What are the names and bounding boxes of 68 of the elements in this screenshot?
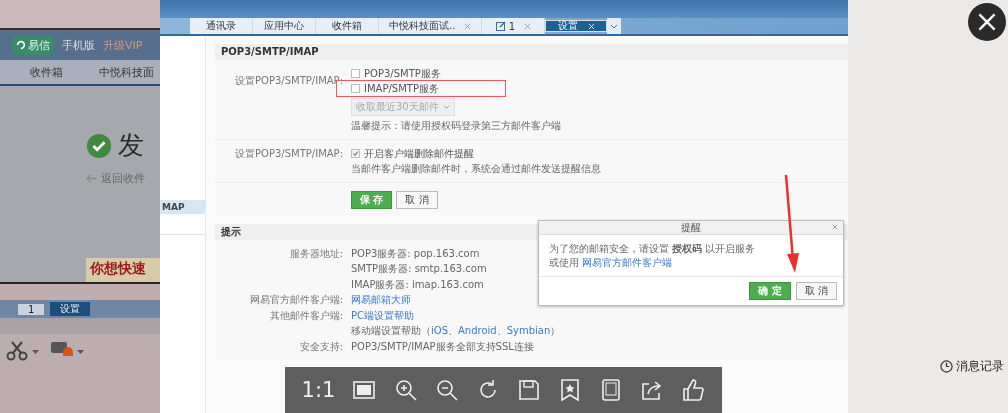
brand-badge[interactable]: 易信 — [12, 35, 54, 55]
checkbox[interactable] — [351, 84, 360, 93]
link[interactable]: PC端设置帮助 — [351, 309, 414, 321]
info-text: POP3/SMTP/IMAP服务全部支持SSL连接 — [351, 340, 534, 352]
checkbox-label: IMAP/SMTP服务 — [364, 81, 439, 96]
thumbs-up-icon[interactable] — [681, 378, 706, 402]
heading: 发 — [118, 129, 144, 162]
cancel-button[interactable]: 取 消 — [795, 282, 837, 300]
scissors-icon[interactable] — [6, 340, 40, 362]
tab[interactable]: 1 — [18, 303, 45, 315]
field-label: 安全支持: — [298, 339, 343, 354]
check-circle-icon — [86, 132, 112, 159]
field-label: 服务器地址: — [288, 246, 343, 261]
info-text: POP3服务器: pop.163.com — [351, 247, 480, 259]
tab[interactable]: 1 — [482, 18, 546, 34]
edit-icon — [495, 21, 506, 31]
link[interactable]: 网易邮箱大师 — [351, 294, 411, 306]
logo-icon — [16, 40, 26, 50]
checkbox-option[interactable]: POP3/SMTP服务 — [351, 66, 505, 81]
checkbox-label: POP3/SMTP服务 — [364, 66, 441, 81]
dropdown-button[interactable] — [607, 18, 622, 34]
checkbox[interactable] — [351, 69, 360, 78]
separator-text: 、 — [448, 325, 458, 337]
info-text: 移动端设置帮助（ — [351, 325, 431, 337]
nav-link[interactable]: 手机版 — [62, 37, 95, 53]
close-icon[interactable] — [832, 224, 838, 230]
hint-text: 温馨提示：请使用授权码登录第三方邮件客户端 — [351, 118, 562, 133]
tab[interactable]: 设置 — [50, 302, 91, 316]
close-button[interactable] — [968, 3, 1006, 41]
link[interactable]: iOS — [431, 325, 448, 337]
link[interactable]: 网易官方邮件客户端 — [582, 257, 673, 268]
fit-screen-icon[interactable] — [352, 378, 377, 402]
sidebar-item[interactable]: MAP — [160, 200, 205, 214]
save-icon[interactable] — [516, 378, 541, 402]
tab[interactable]: 收件箱 — [30, 64, 63, 80]
info-text: ） — [550, 325, 561, 337]
tab[interactable]: 中悦科技面试.. — [379, 18, 483, 34]
history-link[interactable]: 消息记录 — [956, 358, 1004, 375]
dialog-text: 或使用 — [549, 257, 579, 268]
tab[interactable]: 设置 — [545, 20, 608, 32]
zoom-in-icon[interactable] — [393, 378, 418, 402]
description-text: 当邮件客户端删除邮件时，系统会通过邮件发送提醒信息 — [351, 161, 602, 176]
info-text: SMTP服务器: smtp.163.com — [351, 263, 487, 275]
zoom-out-icon[interactable] — [434, 378, 459, 402]
brand-name: 易信 — [28, 37, 50, 53]
tab[interactable]: 中悦科技面 — [99, 64, 154, 80]
checkbox[interactable] — [351, 149, 360, 158]
separator-text: 、 — [496, 325, 507, 337]
checkbox-label: 开启客户端删除邮件提醒 — [364, 146, 474, 161]
caret-icon — [442, 104, 450, 110]
promo-banner: 你想快速 — [86, 258, 160, 282]
tab[interactable]: 应用中心 — [253, 18, 316, 34]
link[interactable]: Symbian — [506, 325, 551, 337]
section-title: POP3/SMTP/IMAP — [215, 44, 848, 60]
bookmark-star-icon[interactable] — [558, 378, 582, 402]
arrow-left-icon — [86, 174, 97, 183]
cancel-button[interactable]: 取 消 — [396, 191, 438, 209]
link[interactable]: Android — [458, 325, 497, 337]
clock-icon — [940, 360, 953, 373]
tab[interactable]: 通讯录 — [190, 18, 253, 34]
dialog-message: 为了您的邮箱安全，请设置 授权码 以开启服务 — [549, 242, 757, 256]
info-text: IMAP服务器: imap.163.com — [351, 278, 484, 290]
field-label: 其他邮件客户端: — [268, 308, 343, 323]
tab[interactable]: 收件箱 — [316, 18, 379, 34]
field-label: 网易官方邮件客户端: — [248, 293, 343, 308]
field-label: 设置POP3/SMTP/IMAP: — [234, 146, 343, 161]
actual-size-button[interactable]: 1:1 — [301, 378, 336, 402]
field-label: 设置POP3/SMTP/IMAP: — [234, 74, 343, 88]
